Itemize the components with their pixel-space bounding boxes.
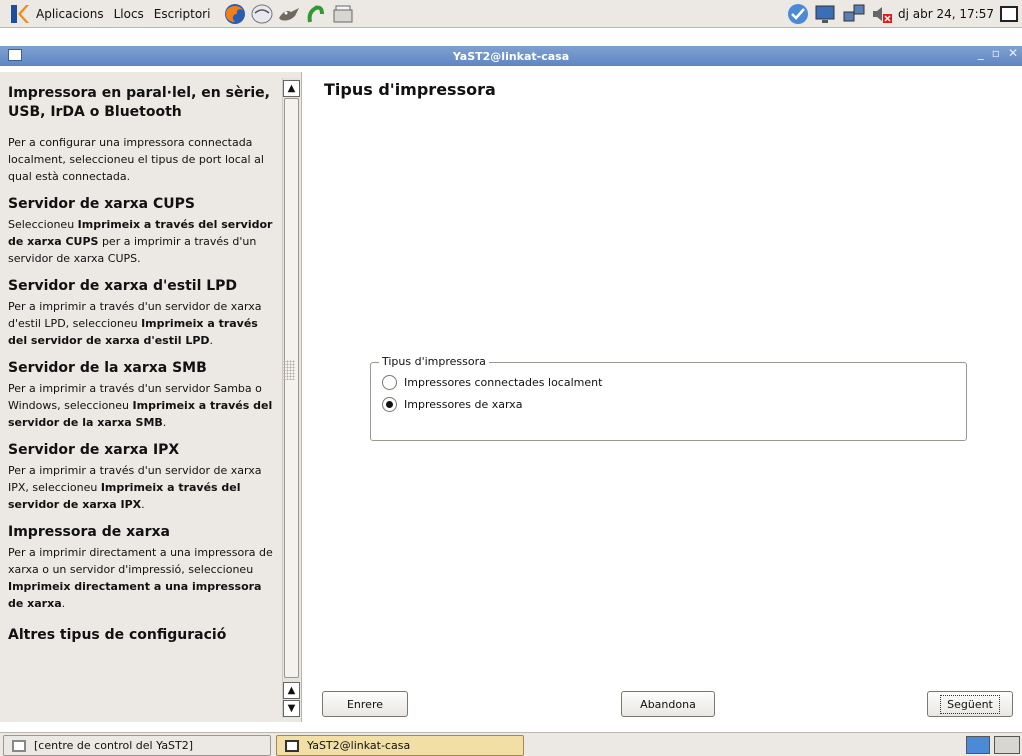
option-label: Impressores connectades localment xyxy=(404,376,603,389)
help-heading: Servidor de xarxa CUPS xyxy=(8,196,195,212)
option-network-printers[interactable]: Impressores de xarxa xyxy=(382,397,522,412)
menu-desktop[interactable]: Escriptori xyxy=(154,7,211,21)
abort-button[interactable]: Abandona xyxy=(621,691,715,717)
back-button[interactable]: Enrere xyxy=(322,691,408,717)
show-desktop-icon[interactable] xyxy=(1000,5,1018,22)
main-panel: Tipus d'impressora Tipus d'impressora Im… xyxy=(303,72,1022,722)
help-heading: Impressora de xarxa xyxy=(8,524,170,540)
help-paragraph: Seleccioneu Imprimeix a través del servi… xyxy=(8,218,273,265)
window-titlebar[interactable]: YaST2@linkat-casa _ ▫ ✕ xyxy=(0,46,1022,66)
close-icon[interactable]: ✕ xyxy=(1008,46,1018,60)
help-paragraph: Per a imprimir a través d'un servidor de… xyxy=(8,464,262,511)
file-manager-icon[interactable] xyxy=(331,2,355,26)
group-label: Tipus d'impressora xyxy=(379,355,489,368)
pane-splitter-grip[interactable] xyxy=(283,360,295,380)
workspace-1[interactable] xyxy=(966,736,990,754)
monitor-icon[interactable] xyxy=(814,2,838,26)
window-frame-top xyxy=(0,28,1022,46)
help-paragraph: Per a imprimir a través d'un servidor de… xyxy=(8,300,262,347)
help-heading: Servidor de la xarxa SMB xyxy=(8,360,207,376)
minimize-icon[interactable]: _ xyxy=(978,46,984,60)
help-heading: Impressora en paral·lel, en sèrie, USB, … xyxy=(8,85,270,120)
scroll-up-icon[interactable]: ▲ xyxy=(283,682,300,699)
window-task-icon xyxy=(285,739,299,752)
task-yast2-window[interactable]: YaST2@linkat-casa xyxy=(276,735,524,756)
scroll-up-icon[interactable]: ▲ xyxy=(283,80,300,97)
menu-applications[interactable]: Aplicacions xyxy=(36,7,104,21)
radio-local-printers[interactable] xyxy=(382,375,397,390)
page-title: Tipus d'impressora xyxy=(324,80,496,99)
workspace-2[interactable] xyxy=(994,736,1020,754)
option-local-printers[interactable]: Impressores connectades localment xyxy=(382,375,602,390)
help-paragraph: Per a imprimir directament a una impress… xyxy=(8,546,273,610)
help-heading: Servidor de xarxa IPX xyxy=(8,442,180,458)
radio-network-printers[interactable] xyxy=(382,397,397,412)
yast-task-icon xyxy=(12,739,26,752)
window-title: YaST2@linkat-casa xyxy=(452,49,570,63)
panel-tray: dj abr 24, 17:57 xyxy=(782,0,1022,27)
network-connection-icon[interactable] xyxy=(842,2,866,26)
menu-places[interactable]: Llocs xyxy=(114,7,144,21)
next-button[interactable]: Següent xyxy=(927,691,1013,717)
help-heading: Altres tipus de configuració xyxy=(8,627,227,643)
help-paragraph: Per a configurar una impressora connecta… xyxy=(8,136,264,183)
office-icon[interactable] xyxy=(304,2,328,26)
maximize-icon[interactable]: ▫ xyxy=(992,46,1000,60)
option-label: Impressores de xarxa xyxy=(404,398,523,411)
firefox-icon[interactable] xyxy=(223,2,247,26)
bottom-panel: [centre de control del YaST2] YaST2@link… xyxy=(0,732,1022,756)
task-yast-control-center[interactable]: [centre de control del YaST2] xyxy=(3,735,271,756)
help-paragraph: Per a imprimir a través d'un servidor Sa… xyxy=(8,382,273,429)
clock[interactable]: dj abr 24, 17:57 xyxy=(898,7,994,21)
printer-type-group: Tipus d'impressora Impressores connectad… xyxy=(370,355,967,441)
help-scrollbar[interactable]: ▲ ▲ ▼ xyxy=(282,78,300,718)
network-update-icon[interactable] xyxy=(786,2,810,26)
help-pane: Impressora en paral·lel, en sèrie, USB, … xyxy=(0,72,302,722)
scroll-thumb[interactable] xyxy=(284,98,299,678)
gimp-icon[interactable] xyxy=(277,2,301,26)
help-heading: Servidor de xarxa d'estil LPD xyxy=(8,278,238,294)
linkat-logo-icon[interactable] xyxy=(8,3,30,25)
help-text: Impressora en paral·lel, en sèrie, USB, … xyxy=(8,78,276,722)
volume-muted-icon[interactable] xyxy=(870,2,894,26)
email-client-icon[interactable] xyxy=(250,2,274,26)
top-panel: Aplicacions Llocs Escriptori dj abr 24, … xyxy=(0,0,1022,28)
scroll-down-icon[interactable]: ▼ xyxy=(283,700,300,717)
